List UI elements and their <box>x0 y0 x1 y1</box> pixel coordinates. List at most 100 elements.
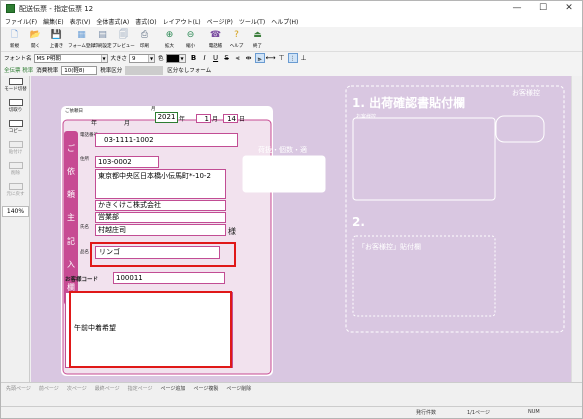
nav-button-3[interactable]: 最終ページ <box>95 385 120 392</box>
form-canvas[interactable]: ご依頼日 年 月 月 2021 年 1 月 14 日 ご依頼主記入欄 電話番号 … <box>31 76 582 382</box>
toolbar-button-label: 拡大 <box>165 44 174 49</box>
request-date-label: ご依頼日 <box>65 109 83 114</box>
toolbar-button-8[interactable]: ⊖ 縮小 <box>180 27 201 51</box>
toolbar-button-7[interactable]: ⊕ 拡大 <box>159 27 180 51</box>
toolbar-button-10[interactable]: ? ヘルプ <box>226 27 247 51</box>
toolbar-button-1[interactable]: 📂 開く <box>25 27 46 51</box>
toolbar-button-3[interactable]: ▦ フォーム登録 <box>68 27 95 51</box>
menu-file[interactable]: ファイル(F) <box>5 17 37 26</box>
toolbar-button-4[interactable]: ▤ 印刷設定 <box>92 27 113 51</box>
tool-icon <box>8 99 23 106</box>
menu-tools[interactable]: ツール(T) <box>239 17 265 26</box>
postal-input[interactable]: 103-0002 <box>95 156 159 168</box>
zoom-level[interactable]: 140% <box>2 206 29 217</box>
all-slip-tax-button[interactable]: 全伝票 税率 <box>4 66 33 74</box>
name-input[interactable]: 村越庄司 <box>95 224 226 236</box>
left-tool-1[interactable]: 切取り <box>2 99 29 118</box>
department-input[interactable]: 営業部 <box>95 212 226 223</box>
bold-button[interactable]: B <box>189 53 199 63</box>
align-right-icon[interactable]: ⫸ <box>254 53 265 63</box>
valign-middle-icon[interactable]: ⫶ <box>287 53 298 63</box>
menu-view[interactable]: 表示(V) <box>70 17 91 26</box>
tax-rate-input[interactable]: 10(軽8) <box>61 65 98 75</box>
menu-format[interactable]: 書式(O) <box>135 17 156 26</box>
menu-layout[interactable]: レイアウト(L) <box>163 17 201 26</box>
item-label: 品名 <box>80 250 89 255</box>
menu-help[interactable]: ヘルプ(H) <box>271 17 298 26</box>
left-tool-3[interactable]: 貼付け <box>2 141 29 160</box>
item-highlight-box <box>90 242 236 267</box>
font-color-select[interactable]: ▼ <box>165 53 186 63</box>
maximize-button[interactable]: ☐ <box>530 1 556 16</box>
font-name-select[interactable]: MS P明朝 ▼ <box>33 53 108 63</box>
left-tool-4[interactable]: 削除 <box>2 162 29 181</box>
toolbar-button-5[interactable]: 🗐 プレビュー <box>112 27 135 51</box>
company-input[interactable]: かきくけこ株式会社 <box>95 200 226 211</box>
minimize-button[interactable]: — <box>504 1 530 16</box>
menu-edit[interactable]: 編集(E) <box>43 17 63 26</box>
tool-icon <box>8 120 23 127</box>
status-bar: 発行件数 1/1ページ NUM <box>1 406 582 418</box>
phone-input[interactable]: 03-1111-1002 <box>95 133 238 147</box>
font-toolbar: フォント名 MS P明朝 ▼ 大きさ 9 ▼ 色 ▼ B I U S ⫷ ⇹ ⫸ ⟷… <box>1 52 582 64</box>
tax-class-value: 区分なしフォーム <box>167 68 212 74</box>
left-tool-5[interactable]: 元に戻す <box>2 183 29 202</box>
align-center-icon[interactable]: ⇹ <box>244 53 254 63</box>
left-tool-0[interactable]: モード切替 <box>2 78 29 97</box>
day-unit: 日 <box>239 116 246 123</box>
nav-button-7[interactable]: ページ削除 <box>226 385 251 392</box>
nav-button-2[interactable]: 次ページ <box>67 385 87 392</box>
customer-receipt-badge: お客様控 <box>512 89 540 97</box>
valign-bottom-icon[interactable]: ⊥ <box>299 53 309 63</box>
toolbar-button-9[interactable]: ☎ 電話帳 <box>205 27 226 51</box>
font-size-select[interactable]: 9 ▼ <box>129 53 156 63</box>
menu-bar: ファイル(F) 編集(E) 表示(V) 全体書式(A) 書式(O) レイアウト(… <box>1 16 582 27</box>
left-tool-label: 元に戻す <box>6 192 25 197</box>
strike-button[interactable]: S <box>222 53 232 63</box>
toolbar-button-label: プレビュー <box>112 44 135 49</box>
shipping-confirmation-title: 1. 出荷確認書貼付欄 <box>352 96 466 110</box>
customer-code-input[interactable]: 100011 <box>113 272 225 284</box>
note-highlight-box <box>69 291 232 368</box>
italic-button[interactable]: I <box>200 53 210 63</box>
nav-button-0[interactable]: 先頭ページ <box>6 385 31 392</box>
close-button[interactable]: ✕ <box>556 1 582 16</box>
year-input[interactable]: 2021 <box>155 112 178 123</box>
left-tool-label: 貼付け <box>8 150 23 155</box>
customer-receipt-badge-frame <box>495 115 545 143</box>
app-icon <box>6 4 15 13</box>
zoom-out-icon: ⊖ <box>186 30 195 40</box>
left-tool-2[interactable]: コピー <box>2 120 29 139</box>
side-title-char: ご <box>67 144 75 154</box>
help-icon: ? <box>234 30 239 40</box>
toolbar-button-11[interactable]: ⏏ 終了 <box>247 27 268 51</box>
window-title: 配送伝票 - 指定伝票 12 <box>19 4 94 13</box>
underline-button[interactable]: U <box>211 53 221 63</box>
toolbar-button-label: フォーム登録 <box>68 44 95 49</box>
nav-button-4[interactable]: 指定ページ <box>128 385 153 392</box>
toolbar-button-6[interactable]: ⎙ 印刷 <box>134 27 155 51</box>
toolbar-button-2[interactable]: 💾 上書き <box>46 27 67 51</box>
new-doc-icon: 🗋 <box>10 30 19 40</box>
stamp-box <box>242 155 326 193</box>
preview-icon: 🗐 <box>119 30 128 40</box>
zoom-in-icon: ⊕ <box>165 30 174 40</box>
year-label: 年 <box>91 120 98 127</box>
day-input[interactable]: 14 <box>223 114 238 123</box>
nav-button-5[interactable]: ページ追加 <box>161 385 186 392</box>
vertical-scrollbar[interactable] <box>571 76 582 382</box>
nav-button-1[interactable]: 前ページ <box>39 385 59 392</box>
align-left-icon[interactable]: ⫷ <box>233 53 243 63</box>
menu-page[interactable]: ページ(P) <box>207 17 233 26</box>
month-input[interactable]: 1 <box>196 114 211 123</box>
align-justify-icon[interactable]: ⟷ <box>266 53 276 63</box>
menu-global-format[interactable]: 全体書式(A) <box>96 17 129 26</box>
address-input[interactable]: 東京都中央区日本橋小伝馬町*-10-2 <box>95 169 226 199</box>
side-title-char: 入 <box>67 259 75 269</box>
nav-button-6[interactable]: ページ複製 <box>193 385 218 392</box>
toolbar-button-label: 開く <box>31 44 40 49</box>
valign-top-icon[interactable]: ⊤ <box>277 53 287 63</box>
toolbar-button-0[interactable]: 🗋 新規 <box>4 27 25 51</box>
shipping-doc-area <box>352 117 496 201</box>
name-label: 氏名 <box>80 225 89 230</box>
